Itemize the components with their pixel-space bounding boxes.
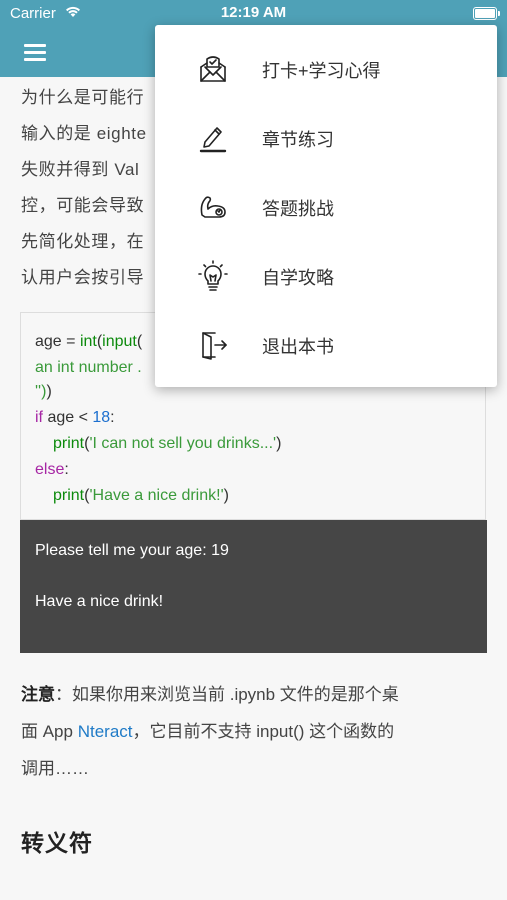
menu-item-label: 退出本书 bbox=[262, 337, 334, 357]
menu-item-label: 章节练习 bbox=[262, 130, 334, 150]
section-heading: 转义符 bbox=[21, 830, 93, 856]
note-text: 调用…… bbox=[21, 759, 89, 778]
note-paragraph: 注意：如果你用来浏览当前 .ipynb 文件的是那个桌 面 App Nterac… bbox=[21, 676, 491, 787]
nteract-link[interactable]: Nteract bbox=[78, 722, 133, 741]
menu-item-exit[interactable]: 退出本书 bbox=[155, 311, 497, 379]
menu-item-guide[interactable]: 自学攻略 bbox=[155, 242, 497, 310]
lightbulb-icon bbox=[198, 260, 228, 291]
hamburger-menu-icon[interactable] bbox=[24, 44, 46, 62]
menu-item-label: 打卡+学习心得 bbox=[262, 61, 381, 81]
code-line: age = int(input( bbox=[35, 333, 143, 350]
code-line: print('I can not sell you drinks...') bbox=[53, 435, 282, 452]
output-line: Please tell me your age: 19 bbox=[35, 542, 229, 559]
note-label: 注意 bbox=[21, 685, 55, 704]
popup-menu: 打卡+学习心得 章节练习 答题挑战 自学攻略 退出本书 bbox=[155, 25, 497, 387]
battery-icon bbox=[473, 7, 500, 20]
output-line: Have a nice drink! bbox=[35, 593, 164, 610]
flexed-arm-icon bbox=[200, 196, 226, 218]
code-line: an int number . bbox=[35, 359, 142, 376]
note-text: 面 App bbox=[21, 722, 78, 741]
note-text: ：如果你用来浏览当前 .ipynb 文件的是那个桌 bbox=[55, 685, 399, 704]
pencil-exercise-icon bbox=[199, 127, 227, 153]
menu-item-label: 答题挑战 bbox=[262, 199, 334, 219]
code-line: else: bbox=[35, 461, 69, 478]
exit-door-icon bbox=[202, 332, 227, 360]
code-line: print('Have a nice drink!') bbox=[53, 487, 229, 504]
menu-item-challenge[interactable]: 答题挑战 bbox=[155, 173, 497, 241]
output-cell: Please tell me your age: 19 Have a nice … bbox=[20, 520, 487, 653]
clock: 12:19 AM bbox=[220, 4, 287, 21]
menu-item-label: 自学攻略 bbox=[262, 268, 334, 288]
note-text: ，它目前不支持 input() 这个函数的 bbox=[132, 722, 395, 741]
checkin-notebook-icon bbox=[200, 56, 226, 82]
menu-item-exercise[interactable]: 章节练习 bbox=[155, 104, 497, 172]
status-bar: Carrier 12:19 AM bbox=[0, 0, 507, 28]
code-line: '')) bbox=[35, 383, 52, 400]
menu-item-checkin[interactable]: 打卡+学习心得 bbox=[155, 35, 497, 103]
code-line: if age < 18: bbox=[35, 409, 115, 426]
